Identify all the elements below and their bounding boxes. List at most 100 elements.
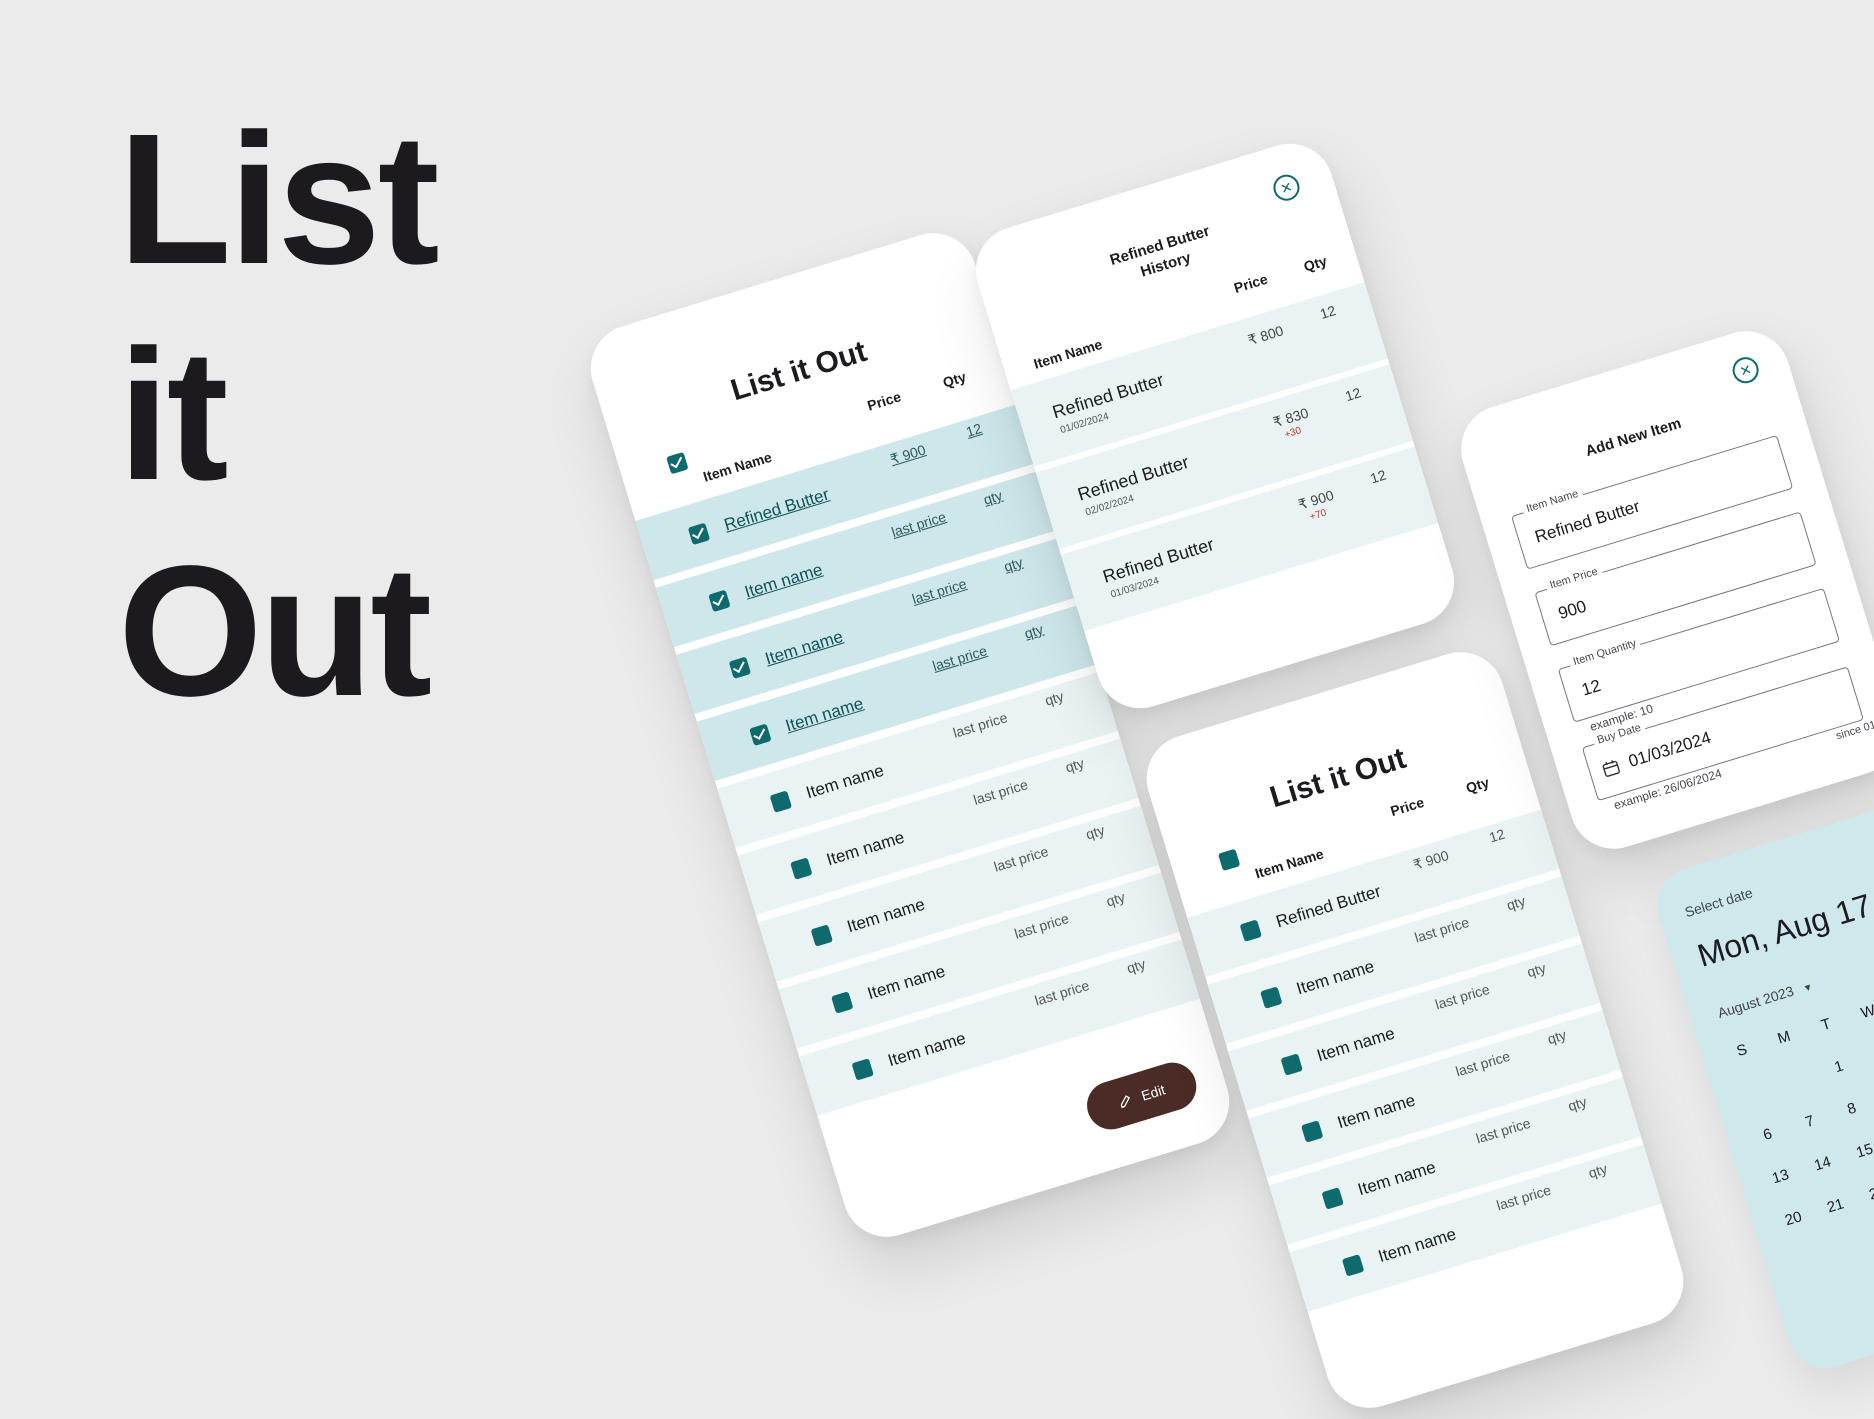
item-price-value[interactable]: 900 <box>1556 597 1589 624</box>
item-checkbox[interactable] <box>851 1058 874 1081</box>
day-cell[interactable]: 1 <box>1817 1053 1860 1081</box>
item-checkbox[interactable] <box>831 991 854 1014</box>
item-qty[interactable]: qty <box>1063 755 1086 776</box>
item-name[interactable]: Item name <box>865 962 948 1005</box>
item-quantity-label: Item Quantity <box>1567 636 1642 670</box>
item-price[interactable]: last price <box>1474 1115 1532 1147</box>
item-checkbox[interactable] <box>810 924 834 947</box>
item-qty[interactable]: qty <box>1587 1160 1610 1181</box>
item-checkbox[interactable] <box>1280 1053 1303 1076</box>
item-price[interactable]: last price <box>1454 1048 1512 1080</box>
item-qty[interactable]: qty <box>1546 1026 1569 1047</box>
history-item-price: ₹ 800 <box>1245 322 1286 349</box>
item-checkbox[interactable] <box>1239 919 1263 942</box>
item-price[interactable]: last price <box>931 642 989 674</box>
item-name[interactable]: Item name <box>1356 1157 1439 1200</box>
history-header-qty: Qty <box>1301 252 1329 275</box>
weekday-label: M <box>1775 1027 1793 1048</box>
item-checkbox[interactable] <box>1321 1187 1344 1210</box>
day-cell[interactable]: 7 <box>1788 1108 1831 1136</box>
header-price: Price <box>865 388 903 414</box>
second-header-qty: Qty <box>1463 773 1491 797</box>
hero-line-3: Out <box>118 528 432 735</box>
date-picker-label: Select date <box>1682 884 1755 921</box>
item-qty[interactable]: qty <box>1104 889 1127 910</box>
item-checkbox[interactable] <box>708 589 731 613</box>
item-name[interactable]: Item name <box>804 761 887 804</box>
day-cell[interactable]: 21 <box>1814 1192 1857 1220</box>
edit-button[interactable]: Edit <box>1081 1056 1203 1136</box>
item-price[interactable]: last price <box>1033 977 1091 1009</box>
item-checkbox[interactable] <box>687 522 711 546</box>
day-cell[interactable]: 2 <box>1859 1040 1874 1068</box>
item-price-label: Item Price <box>1544 564 1604 593</box>
item-checkbox[interactable] <box>1260 986 1283 1009</box>
item-qty[interactable]: qty <box>1022 621 1045 642</box>
item-checkbox[interactable] <box>728 656 752 680</box>
day-cell[interactable]: 20 <box>1772 1205 1815 1233</box>
chevron-down-icon: ▼ <box>1801 981 1815 996</box>
item-qty[interactable]: qty <box>1525 960 1548 981</box>
item-price[interactable]: last price <box>1433 981 1491 1013</box>
day-cell[interactable]: 8 <box>1830 1095 1873 1123</box>
item-qty[interactable]: qty <box>1125 956 1148 977</box>
item-price[interactable]: last price <box>890 508 948 540</box>
item-name[interactable]: Item name <box>1376 1224 1459 1267</box>
history-header-price: Price <box>1232 270 1270 296</box>
item-checkbox[interactable] <box>749 723 772 746</box>
item-name[interactable]: Item name <box>742 560 825 603</box>
buy-date-value[interactable]: 01/03/2024 <box>1626 728 1713 772</box>
item-price[interactable]: last price <box>1495 1182 1553 1214</box>
item-name[interactable]: Item name <box>824 828 907 871</box>
day-cell[interactable]: 13 <box>1759 1163 1802 1191</box>
item-name[interactable]: Refined Butter <box>1274 881 1384 932</box>
item-qty[interactable]: 12 <box>1487 826 1507 846</box>
item-price[interactable]: last price <box>971 776 1029 808</box>
item-checkbox[interactable] <box>769 790 793 813</box>
close-add-item-icon[interactable]: ✕ <box>1729 353 1762 387</box>
header-qty: Qty <box>940 368 968 391</box>
item-qty[interactable]: qty <box>1505 893 1528 914</box>
item-name-label: Item Name <box>1521 486 1584 517</box>
item-qty[interactable]: qty <box>982 487 1005 508</box>
item-price[interactable]: last price <box>951 709 1009 741</box>
item-price[interactable]: ₹ 900 <box>888 441 928 468</box>
hero-line-1: List <box>118 96 440 303</box>
hero-title: List it Out <box>118 92 440 740</box>
day-cell[interactable]: 22 <box>1856 1179 1874 1207</box>
weekday-label: T <box>1819 1015 1833 1035</box>
item-qty[interactable]: qty <box>1002 554 1025 575</box>
calendar-icon[interactable] <box>1600 757 1622 779</box>
item-qty[interactable]: 12 <box>964 420 984 440</box>
item-name[interactable]: Refined Butter <box>722 485 832 536</box>
item-name[interactable]: Item name <box>1315 1024 1398 1067</box>
second-header-price: Price <box>1388 793 1426 820</box>
item-price[interactable]: last price <box>1012 910 1070 942</box>
second-select-all-checkbox[interactable] <box>1217 848 1241 872</box>
item-qty[interactable]: qty <box>1084 822 1107 843</box>
day-cell[interactable]: 15 <box>1843 1137 1874 1165</box>
history-item-qty: 12 <box>1343 384 1363 405</box>
item-name[interactable]: Item name <box>845 895 928 938</box>
item-name[interactable]: Item name <box>886 1029 969 1072</box>
item-quantity-value[interactable]: 12 <box>1579 676 1603 701</box>
item-name[interactable]: Item name <box>1294 957 1377 1000</box>
item-name[interactable]: Item name <box>1335 1091 1418 1134</box>
edit-icon <box>1120 1095 1130 1109</box>
item-price[interactable]: last price <box>910 575 968 607</box>
item-price[interactable]: last price <box>1413 914 1471 946</box>
item-price[interactable]: last price <box>992 843 1050 875</box>
history-item-qty: 12 <box>1318 302 1338 322</box>
item-price[interactable]: ₹ 900 <box>1411 847 1451 874</box>
item-qty[interactable]: qty <box>1043 688 1066 709</box>
item-qty[interactable]: qty <box>1566 1093 1589 1114</box>
select-all-checkbox[interactable] <box>666 451 689 475</box>
item-name[interactable]: Item name <box>763 627 846 670</box>
date-picker-month[interactable]: August 2023 ▼ <box>1716 977 1815 1021</box>
item-checkbox[interactable] <box>790 857 813 880</box>
day-cell[interactable]: 6 <box>1746 1121 1789 1149</box>
hero-line-2: it <box>118 312 229 519</box>
item-checkbox[interactable] <box>1300 1120 1324 1143</box>
day-cell[interactable]: 14 <box>1801 1150 1844 1178</box>
item-name[interactable]: Item name <box>783 694 866 737</box>
